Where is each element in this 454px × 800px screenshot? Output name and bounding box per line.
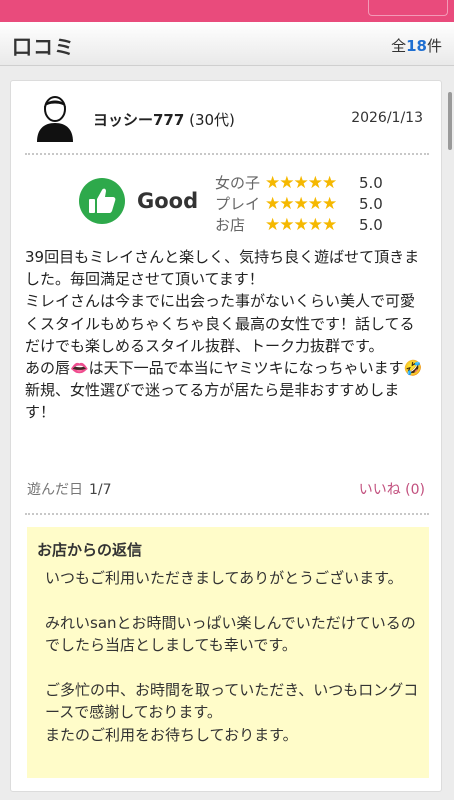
ratings: 女の子 ★★★★★ 5.0 プレイ ★★★★★ 5.0 お店 ★★★★★ 5.0 <box>215 172 415 235</box>
visit-date-label: 遊んだ日 <box>27 482 83 498</box>
rating-row-play: プレイ ★★★★★ 5.0 <box>215 193 415 214</box>
rating-score: 5.0 <box>359 194 383 213</box>
review-card: ヨッシー777 (30代) 2026/1/13 Good 女の子 ★★★★★ 5… <box>10 80 442 792</box>
page-title: 口コミ <box>12 35 75 59</box>
rating-row-girl: 女の子 ★★★★★ 5.0 <box>215 172 415 193</box>
reviews-header: 口コミ 全18件 <box>0 22 454 66</box>
thumbs-up-icon <box>79 178 125 224</box>
divider <box>25 513 429 515</box>
like-button[interactable]: いいね (0) <box>359 479 425 499</box>
rating-label: お店 <box>215 216 246 234</box>
verdict-label: Good <box>137 189 199 213</box>
reviewer-age: (30代) <box>189 111 235 129</box>
reviewer-info: ヨッシー777 (30代) <box>93 109 235 130</box>
review-text: 39回目もミレイさんと楽しく、気持ち良く遊ばせて頂きました。毎回満足させて頂いて… <box>25 248 423 422</box>
rating-label: 女の子 <box>215 174 261 192</box>
divider <box>25 153 429 155</box>
rating-score: 5.0 <box>359 215 383 234</box>
review-count: 全18件 <box>391 35 442 56</box>
scrollbar[interactable] <box>448 92 452 150</box>
review-date: 2026/1/13 <box>351 110 423 126</box>
star-rating: ★★★★★ <box>265 214 337 235</box>
top-tab[interactable] <box>368 0 448 16</box>
rating-row-shop: お店 ★★★★★ 5.0 <box>215 214 415 235</box>
reply-title: お店からの返信 <box>37 541 143 559</box>
reviewer-name: ヨッシー777 <box>93 111 185 129</box>
user-avatar-icon <box>37 96 73 142</box>
rating-label: プレイ <box>215 195 261 213</box>
reply-text: いつもご利用いただきましてありがとうございます。 みれいsanとお時間いっぱい楽… <box>45 569 419 744</box>
visit-date: 遊んだ日 1/7 <box>27 479 112 499</box>
star-rating: ★★★★★ <box>265 172 337 193</box>
count-prefix: 全 <box>391 37 407 55</box>
shop-reply: お店からの返信 いつもご利用いただきましてありがとうございます。 みれいsanと… <box>27 527 429 778</box>
visit-date-value: 1/7 <box>89 482 112 498</box>
rating-score: 5.0 <box>359 173 383 192</box>
count-suffix: 件 <box>426 37 442 55</box>
star-rating: ★★★★★ <box>265 193 337 214</box>
count-number: 18 <box>406 37 427 55</box>
